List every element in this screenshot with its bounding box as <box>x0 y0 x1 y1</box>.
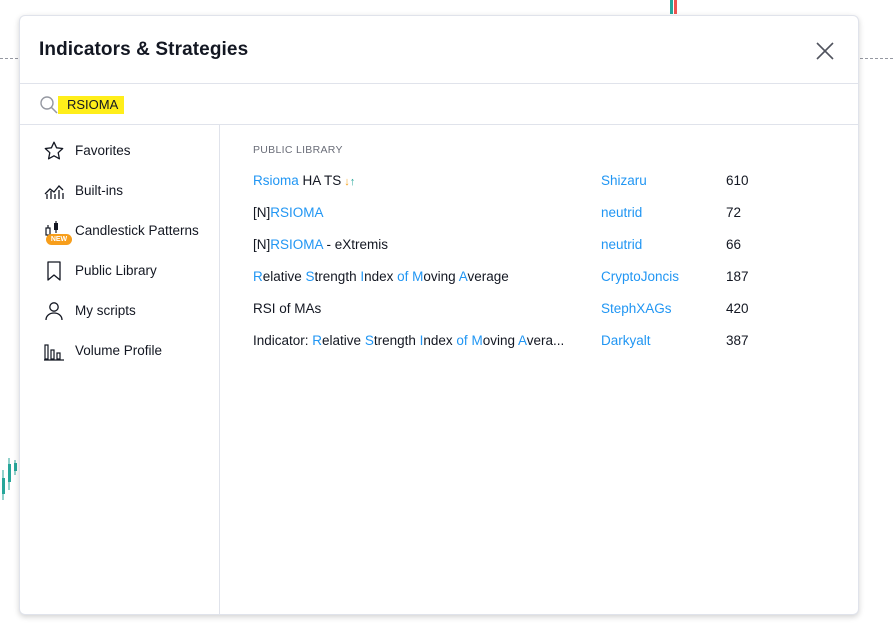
result-row[interactable]: RSI of MAs StephXAGs 420 <box>221 293 858 325</box>
author-link[interactable]: Shizaru <box>601 173 647 188</box>
strategy-icon: ↓↑ <box>344 176 356 188</box>
sidebar-item-volume-profile[interactable]: Volume Profile <box>20 331 220 371</box>
chart-candles <box>2 458 17 500</box>
result-row[interactable]: Indicator: Relative Strength Index of Mo… <box>221 325 858 357</box>
script-name: [N]RSIOMA - eXtremis <box>253 237 389 252</box>
sidebar-item-public-library[interactable]: Public Library <box>20 251 220 291</box>
volume-profile-icon <box>44 344 64 361</box>
author-link[interactable]: neutrid <box>601 205 642 220</box>
sidebar-item-favorites[interactable]: Favorites <box>20 131 220 171</box>
star-icon <box>44 141 64 160</box>
result-row[interactable]: Relative Strength Index of Moving Averag… <box>221 261 858 293</box>
likes-count: 610 <box>726 173 749 188</box>
dialog-header: Indicators & Strategies <box>20 16 858 84</box>
author-link[interactable]: neutrid <box>601 237 642 252</box>
script-name: Rsioma HA TS ↓↑ <box>253 173 356 188</box>
script-name: [N]RSIOMA <box>253 205 324 220</box>
new-badge: NEW <box>46 234 72 245</box>
result-row[interactable]: [N]RSIOMA - eXtremis neutrid 66 <box>221 229 858 261</box>
results-panel: PUBLIC LIBRARY Rsioma HA TS ↓↑ Shizaru 61… <box>221 125 858 614</box>
sidebar-item-label: My scripts <box>75 303 136 318</box>
sidebar-item-label: Built-ins <box>75 183 124 198</box>
sidebar-item-candlestick-patterns[interactable]: NEW Candlestick Patterns <box>20 211 220 251</box>
script-name: Indicator: Relative Strength Index of Mo… <box>253 333 565 348</box>
chart-price-line <box>0 58 18 59</box>
sidebar: Favorites Built-ins NEW Candlestick Patt… <box>20 125 220 614</box>
author-link[interactable]: Darkyalt <box>601 333 651 348</box>
sidebar-item-label: Favorites <box>75 143 131 158</box>
sidebar-item-label: Candlestick Patterns <box>75 223 199 238</box>
search-icon <box>40 96 58 114</box>
script-name: Relative Strength Index of Moving Averag… <box>253 269 509 284</box>
dialog-title: Indicators & Strategies <box>39 39 249 60</box>
chart-price-line <box>860 58 893 59</box>
author-link[interactable]: CryptoJoncis <box>601 269 679 284</box>
indicators-dialog: Indicators & Strategies RSIOMA Favorites <box>19 15 859 615</box>
result-row[interactable]: Rsioma HA TS ↓↑ Shizaru 610 <box>221 165 858 197</box>
likes-count: 187 <box>726 269 749 284</box>
close-icon[interactable] <box>814 40 836 62</box>
author-link[interactable]: StephXAGs <box>601 301 672 316</box>
search-input[interactable]: RSIOMA <box>67 97 118 112</box>
sidebar-item-built-ins[interactable]: Built-ins <box>20 171 220 211</box>
likes-count: 66 <box>726 237 742 252</box>
sidebar-item-label: Volume Profile <box>75 343 163 358</box>
script-name: RSI of MAs <box>253 301 322 316</box>
sidebar-item-label: Public Library <box>75 263 157 278</box>
section-label: PUBLIC LIBRARY <box>253 144 343 156</box>
search-bar: RSIOMA <box>20 84 858 125</box>
likes-count: 72 <box>726 205 742 220</box>
result-row[interactable]: [N]RSIOMA neutrid 72 <box>221 197 858 229</box>
bookmark-icon <box>47 261 61 281</box>
likes-count: 387 <box>726 333 749 348</box>
user-icon <box>45 302 63 321</box>
chart-candle <box>670 0 678 14</box>
likes-count: 420 <box>726 301 749 316</box>
chart-icon <box>44 185 64 199</box>
sidebar-item-my-scripts[interactable]: My scripts <box>20 291 220 331</box>
